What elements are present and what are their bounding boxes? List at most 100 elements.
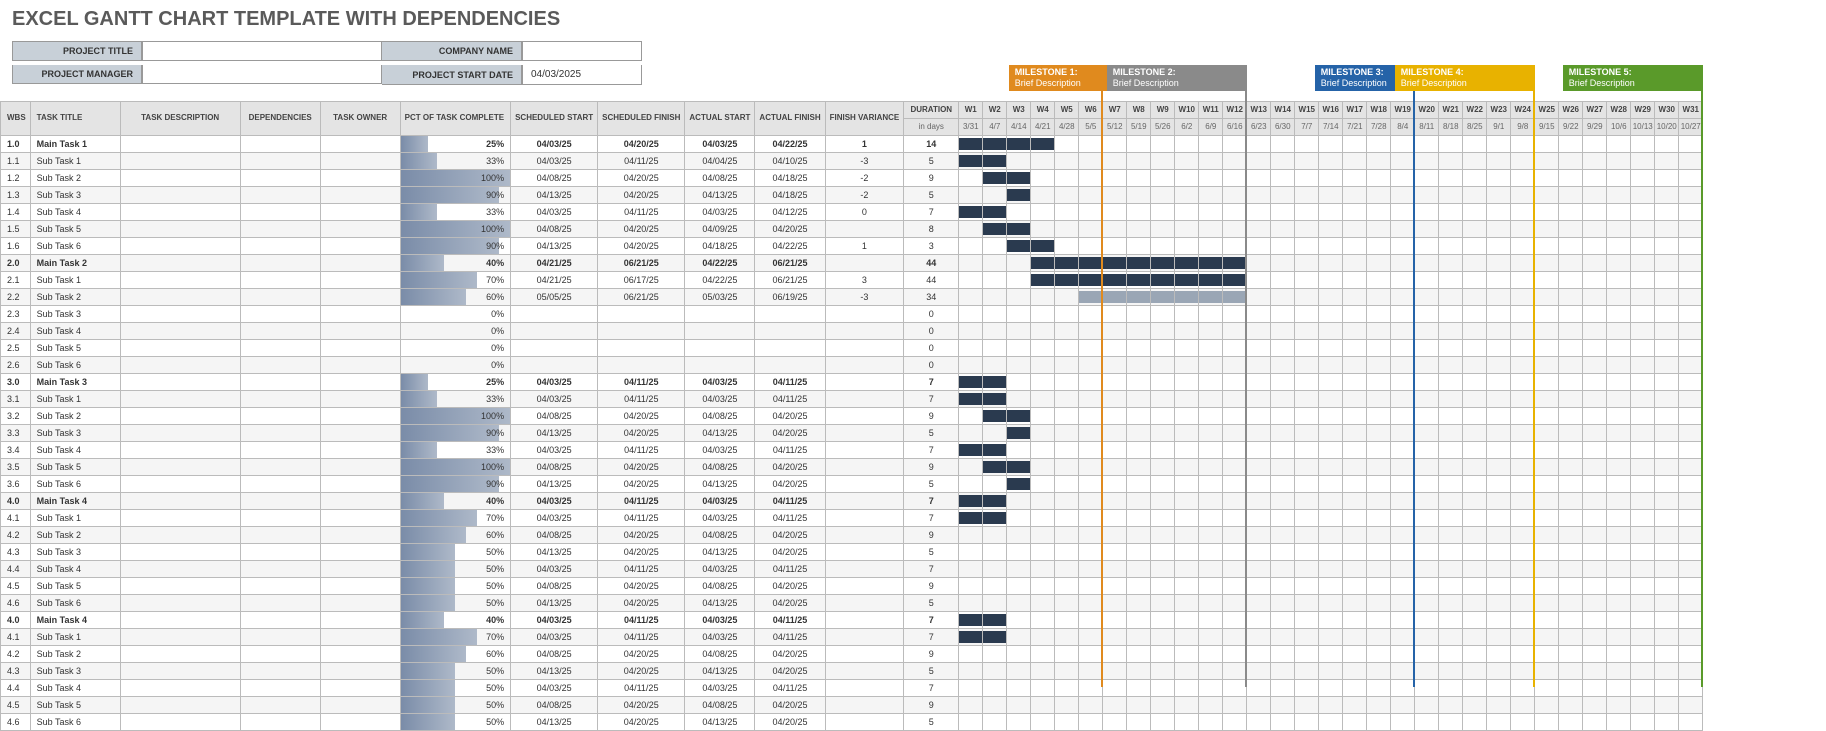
gantt-cell[interactable] xyxy=(1055,646,1079,663)
gantt-cell[interactable] xyxy=(1655,391,1679,408)
cell-ss[interactable]: 04/08/25 xyxy=(511,221,598,238)
cell-fv[interactable] xyxy=(825,374,904,391)
gantt-cell[interactable] xyxy=(1343,663,1367,680)
gantt-cell[interactable] xyxy=(1103,289,1127,306)
cell-dep[interactable] xyxy=(240,578,320,595)
gantt-cell[interactable] xyxy=(1151,408,1175,425)
cell-desc[interactable] xyxy=(120,612,240,629)
gantt-cell[interactable] xyxy=(1103,476,1127,493)
gantt-cell[interactable] xyxy=(1583,663,1607,680)
gantt-cell[interactable] xyxy=(1319,459,1343,476)
gantt-cell[interactable] xyxy=(1655,578,1679,595)
gantt-cell[interactable] xyxy=(1007,238,1031,255)
cell-desc[interactable] xyxy=(120,357,240,374)
gantt-cell[interactable] xyxy=(983,544,1007,561)
cell-as[interactable] xyxy=(685,323,755,340)
gantt-cell[interactable] xyxy=(1391,663,1415,680)
gantt-cell[interactable] xyxy=(1535,221,1559,238)
cell-fv[interactable] xyxy=(825,221,904,238)
cell-pct[interactable]: 50% xyxy=(400,680,510,697)
gantt-cell[interactable] xyxy=(1559,340,1583,357)
gantt-cell[interactable] xyxy=(1247,272,1271,289)
cell-title[interactable]: Sub Task 6 xyxy=(30,714,120,731)
gantt-cell[interactable] xyxy=(1151,714,1175,731)
gantt-cell[interactable] xyxy=(1391,646,1415,663)
gantt-cell[interactable] xyxy=(1487,221,1511,238)
gantt-cell[interactable] xyxy=(1031,680,1055,697)
cell-title[interactable]: Sub Task 2 xyxy=(30,527,120,544)
gantt-cell[interactable] xyxy=(1007,374,1031,391)
cell-wbs[interactable]: 3.6 xyxy=(1,476,31,493)
gantt-cell[interactable] xyxy=(1367,714,1391,731)
gantt-cell[interactable] xyxy=(1247,714,1271,731)
cell-af[interactable]: 04/10/25 xyxy=(755,153,825,170)
cell-sf[interactable]: 04/20/25 xyxy=(598,170,685,187)
cell-ss[interactable]: 04/03/25 xyxy=(511,374,598,391)
cell-wbs[interactable]: 1.2 xyxy=(1,170,31,187)
week-header[interactable]: W22 xyxy=(1463,102,1487,119)
cell-dep[interactable] xyxy=(240,306,320,323)
cell-title[interactable]: Sub Task 5 xyxy=(30,340,120,357)
gantt-cell[interactable] xyxy=(1247,646,1271,663)
cell-wbs[interactable]: 4.1 xyxy=(1,510,31,527)
gantt-cell[interactable] xyxy=(1391,680,1415,697)
cell-title[interactable]: Sub Task 1 xyxy=(30,391,120,408)
cell-title[interactable]: Sub Task 5 xyxy=(30,578,120,595)
gantt-cell[interactable] xyxy=(1319,323,1343,340)
gantt-cell[interactable] xyxy=(1007,595,1031,612)
gantt-cell[interactable] xyxy=(1487,459,1511,476)
week-header[interactable]: W23 xyxy=(1487,102,1511,119)
gantt-cell[interactable] xyxy=(1271,425,1295,442)
gantt-cell[interactable] xyxy=(1175,544,1199,561)
cell-wbs[interactable]: 4.4 xyxy=(1,680,31,697)
gantt-cell[interactable] xyxy=(1319,544,1343,561)
cell-wbs[interactable]: 3.4 xyxy=(1,442,31,459)
cell-dep[interactable] xyxy=(240,408,320,425)
gantt-cell[interactable] xyxy=(983,272,1007,289)
gantt-cell[interactable] xyxy=(1655,510,1679,527)
gantt-cell[interactable] xyxy=(1127,323,1151,340)
cell-as[interactable]: 04/03/25 xyxy=(685,629,755,646)
cell-as[interactable]: 04/03/25 xyxy=(685,561,755,578)
gantt-cell[interactable] xyxy=(1415,170,1439,187)
cell-dep[interactable] xyxy=(240,289,320,306)
week-header[interactable]: W28 xyxy=(1607,102,1631,119)
gantt-cell[interactable] xyxy=(1607,527,1631,544)
cell-owner[interactable] xyxy=(320,255,400,272)
week-header[interactable]: W9 xyxy=(1151,102,1175,119)
gantt-cell[interactable] xyxy=(1511,187,1535,204)
gantt-cell[interactable] xyxy=(1535,561,1559,578)
gantt-cell[interactable] xyxy=(1487,408,1511,425)
week-date[interactable]: 8/11 xyxy=(1415,119,1439,136)
cell-sf[interactable]: 06/21/25 xyxy=(598,289,685,306)
gantt-cell[interactable] xyxy=(1535,527,1559,544)
gantt-cell[interactable] xyxy=(1031,527,1055,544)
cell-dur[interactable]: 7 xyxy=(904,629,959,646)
gantt-cell[interactable] xyxy=(1127,306,1151,323)
gantt-cell[interactable] xyxy=(1583,680,1607,697)
gantt-cell[interactable] xyxy=(1391,408,1415,425)
gantt-cell[interactable] xyxy=(1295,306,1319,323)
gantt-cell[interactable] xyxy=(1031,510,1055,527)
cell-sf[interactable]: 04/20/25 xyxy=(598,187,685,204)
cell-owner[interactable] xyxy=(320,170,400,187)
table-row[interactable]: 2.3Sub Task 30%0 xyxy=(1,306,1703,323)
gantt-cell[interactable] xyxy=(1079,238,1103,255)
cell-owner[interactable] xyxy=(320,578,400,595)
gantt-cell[interactable] xyxy=(1583,612,1607,629)
cell-pct[interactable]: 100% xyxy=(400,221,510,238)
cell-dur[interactable]: 5 xyxy=(904,663,959,680)
cell-wbs[interactable]: 2.1 xyxy=(1,272,31,289)
gantt-cell[interactable] xyxy=(1031,425,1055,442)
gantt-cell[interactable] xyxy=(983,612,1007,629)
gantt-cell[interactable] xyxy=(1559,544,1583,561)
cell-dep[interactable] xyxy=(240,595,320,612)
cell-owner[interactable] xyxy=(320,459,400,476)
gantt-cell[interactable] xyxy=(1055,374,1079,391)
week-header[interactable]: W2 xyxy=(983,102,1007,119)
gantt-cell[interactable] xyxy=(1559,680,1583,697)
gantt-cell[interactable] xyxy=(1055,323,1079,340)
gantt-cell[interactable] xyxy=(1487,595,1511,612)
gantt-cell[interactable] xyxy=(1319,238,1343,255)
table-row[interactable]: 4.1Sub Task 170%04/03/2504/11/2504/03/25… xyxy=(1,510,1703,527)
